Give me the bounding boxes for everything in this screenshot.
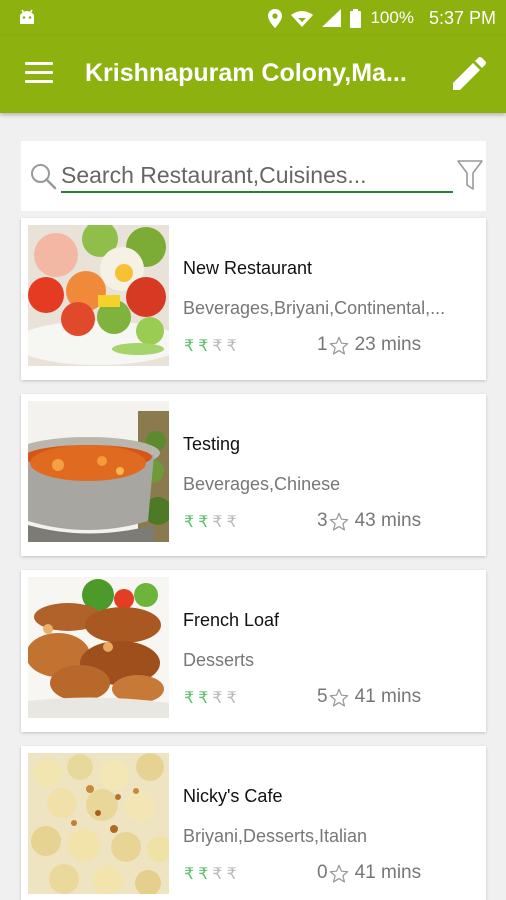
price-symbol-active: ₹ [198, 866, 213, 883]
price-symbol-inactive: ₹ [226, 338, 241, 355]
star-icon [329, 864, 348, 883]
restaurant-card[interactable]: Testing Beverages,Chinese ₹₹₹₹ 3 43 mins [21, 394, 486, 556]
restaurant-name: New Restaurant [183, 258, 313, 278]
price-symbol-active: ₹ [184, 514, 199, 531]
wifi-icon [291, 10, 314, 27]
star-icon [329, 688, 348, 707]
star-icon [329, 512, 348, 531]
delivery-time: 41 mins [354, 686, 422, 707]
price-symbol-active: ₹ [198, 338, 213, 355]
menu-icon[interactable] [25, 62, 53, 86]
price-symbol-inactive: ₹ [226, 514, 241, 531]
edit-icon[interactable] [449, 56, 487, 94]
restaurant-name: Nicky's Cafe [183, 786, 283, 806]
restaurant-list: New Restaurant Beverages,Briyani,Contine… [21, 218, 487, 900]
price-level: ₹₹₹₹ [184, 688, 241, 708]
rating-value: 1 [317, 334, 328, 355]
restaurant-photo [28, 577, 169, 718]
restaurant-cuisines: Desserts [183, 650, 255, 670]
rating-time: 1 23 mins [317, 334, 421, 356]
delivery-time: 43 mins [354, 510, 422, 531]
restaurant-cuisines: Beverages,Chinese [183, 474, 341, 494]
restaurant-card[interactable]: New Restaurant Beverages,Briyani,Contine… [21, 218, 486, 380]
search-icon [31, 164, 57, 190]
price-symbol-inactive: ₹ [212, 338, 227, 355]
signal-icon [322, 9, 342, 27]
price-symbol-inactive: ₹ [212, 690, 227, 707]
rating-time: 3 43 mins [317, 510, 421, 532]
battery-percent: 100% [370, 8, 414, 27]
delivery-time: 41 mins [354, 862, 422, 883]
restaurant-photo [28, 753, 169, 894]
rating-time: 5 41 mins [317, 686, 421, 708]
rating-value: 0 [317, 862, 328, 883]
restaurant-cuisines: Briyani,Desserts,Italian [183, 826, 368, 846]
price-symbol-active: ₹ [184, 690, 199, 707]
price-level: ₹₹₹₹ [184, 336, 241, 356]
price-symbol-inactive: ₹ [226, 866, 241, 883]
restaurant-cuisines: Beverages,Briyani,Continental,... [183, 298, 446, 318]
price-symbol-active: ₹ [198, 690, 213, 707]
search-bar [21, 141, 486, 211]
restaurant-photo [28, 401, 169, 542]
price-level: ₹₹₹₹ [184, 512, 241, 532]
price-symbol-inactive: ₹ [212, 866, 227, 883]
rating-value: 3 [317, 510, 328, 531]
restaurant-name: Testing [183, 434, 241, 454]
filter-icon[interactable] [457, 160, 483, 191]
price-symbol-active: ₹ [184, 338, 199, 355]
battery-icon [350, 8, 362, 28]
restaurant-name: French Loaf [183, 610, 280, 630]
price-symbol-inactive: ₹ [226, 690, 241, 707]
star-icon [329, 336, 348, 355]
rating-value: 5 [317, 686, 328, 707]
rating-time: 0 41 mins [317, 862, 421, 884]
price-symbol-active: ₹ [198, 514, 213, 531]
search-input[interactable] [61, 161, 453, 193]
android-icon [20, 9, 34, 24]
status-bar: 100% 5:37 PM [0, 0, 506, 36]
clock: 5:37 PM [428, 7, 496, 28]
price-symbol-active: ₹ [184, 866, 199, 883]
app-bar: Krishnapuram Colony,Ma... [0, 36, 506, 113]
restaurant-photo [28, 225, 169, 366]
restaurant-card[interactable]: Nicky's Cafe Briyani,Desserts,Italian ₹₹… [21, 746, 486, 900]
delivery-time: 23 mins [354, 334, 422, 355]
location-title[interactable]: Krishnapuram Colony,Ma... [85, 59, 430, 88]
restaurant-card[interactable]: French Loaf Desserts ₹₹₹₹ 5 41 mins [21, 570, 486, 732]
price-level: ₹₹₹₹ [184, 864, 241, 884]
price-symbol-inactive: ₹ [212, 514, 227, 531]
location-icon [268, 8, 283, 28]
